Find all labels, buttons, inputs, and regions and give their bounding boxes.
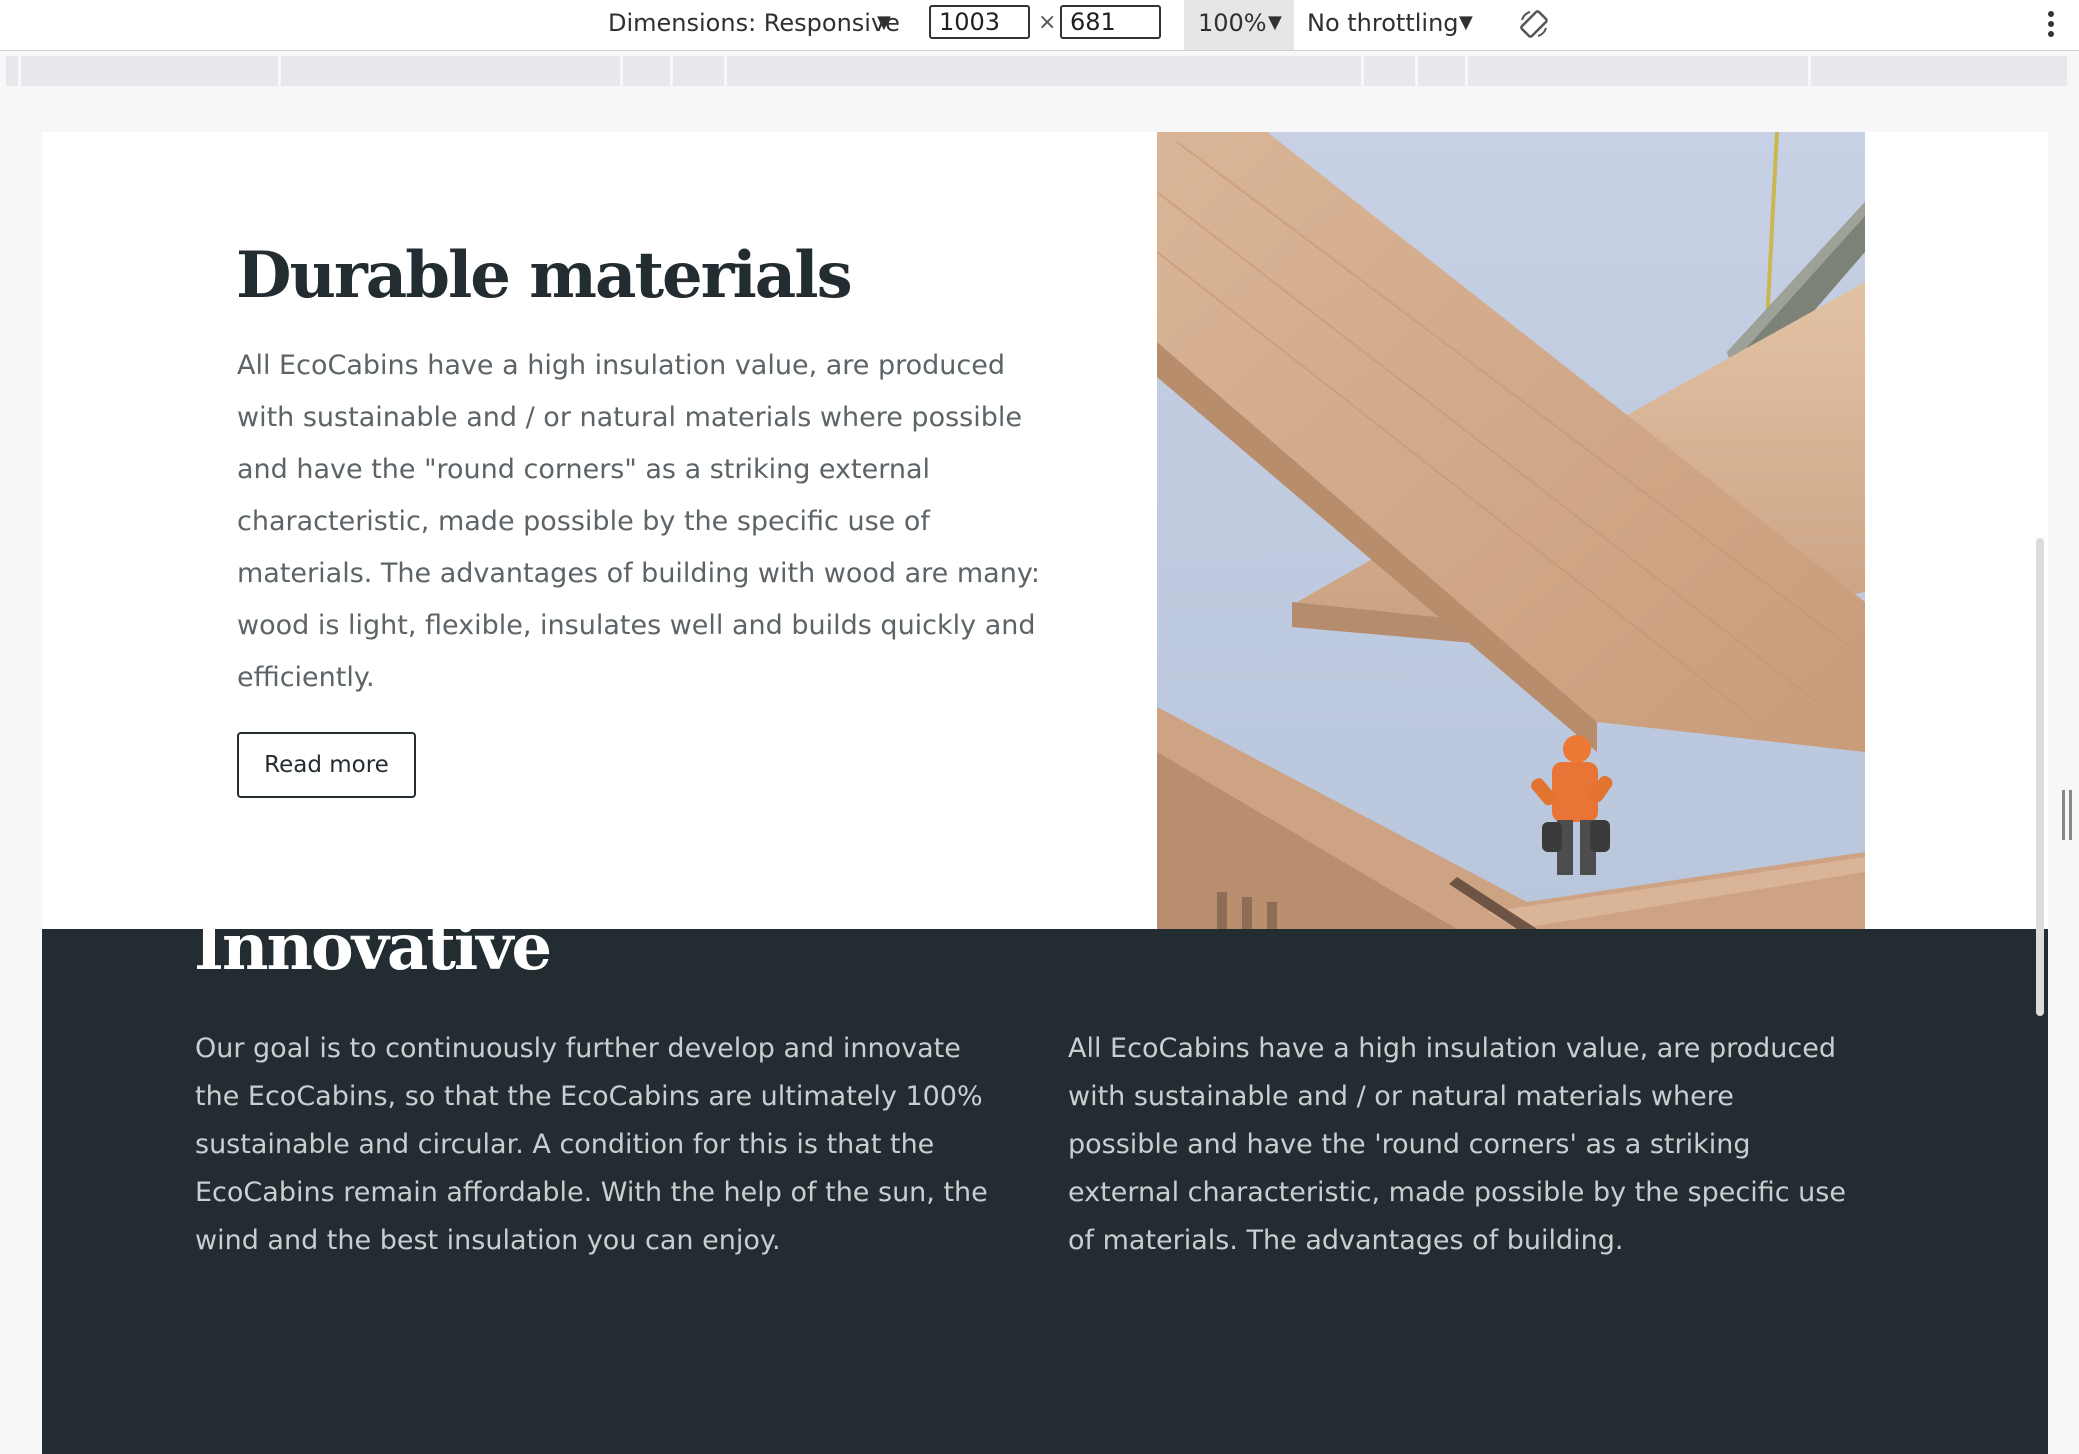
durable-title: Durable materials [236, 238, 853, 313]
dimensions-caret-icon[interactable]: ▼ [877, 0, 891, 46]
zoom-caret-icon: ▼ [1268, 12, 1282, 33]
read-more-button[interactable]: Read more [237, 732, 416, 798]
durable-description: All EcoCabins have a high insulation val… [237, 350, 1040, 693]
throttling-caret-icon[interactable]: ▼ [1459, 0, 1473, 46]
height-input[interactable] [1060, 5, 1161, 39]
throttling-dropdown[interactable]: No throttling [1307, 0, 1459, 46]
width-input[interactable] [929, 5, 1030, 39]
more-options-icon[interactable] [2046, 7, 2056, 41]
media-query-ruler[interactable] [6, 56, 2067, 86]
device-toolbar: Dimensions: Responsive ▼ × 100% ▼ No thr… [0, 0, 2079, 51]
innovative-right-text: All EcoCabins have a high insulation val… [1068, 1033, 1846, 1256]
viewport-resize-handle[interactable] [2062, 790, 2074, 840]
dimensions-dropdown[interactable]: Dimensions: Responsive [608, 0, 900, 46]
durable-materials-section: Durable materials All EcoCabins have a h… [42, 132, 2048, 929]
page-scrollbar[interactable] [2036, 538, 2044, 1016]
innovative-left-text: Our goal is to continuously further deve… [195, 1033, 988, 1256]
innovative-title: Innovative [194, 910, 552, 985]
rotate-icon[interactable] [1518, 8, 1550, 40]
zoom-label: 100% [1198, 9, 1267, 37]
timber-construction-image [1156, 132, 1865, 929]
times-sign: × [1038, 10, 1057, 35]
zoom-dropdown[interactable]: 100% ▼ [1184, 0, 1294, 50]
